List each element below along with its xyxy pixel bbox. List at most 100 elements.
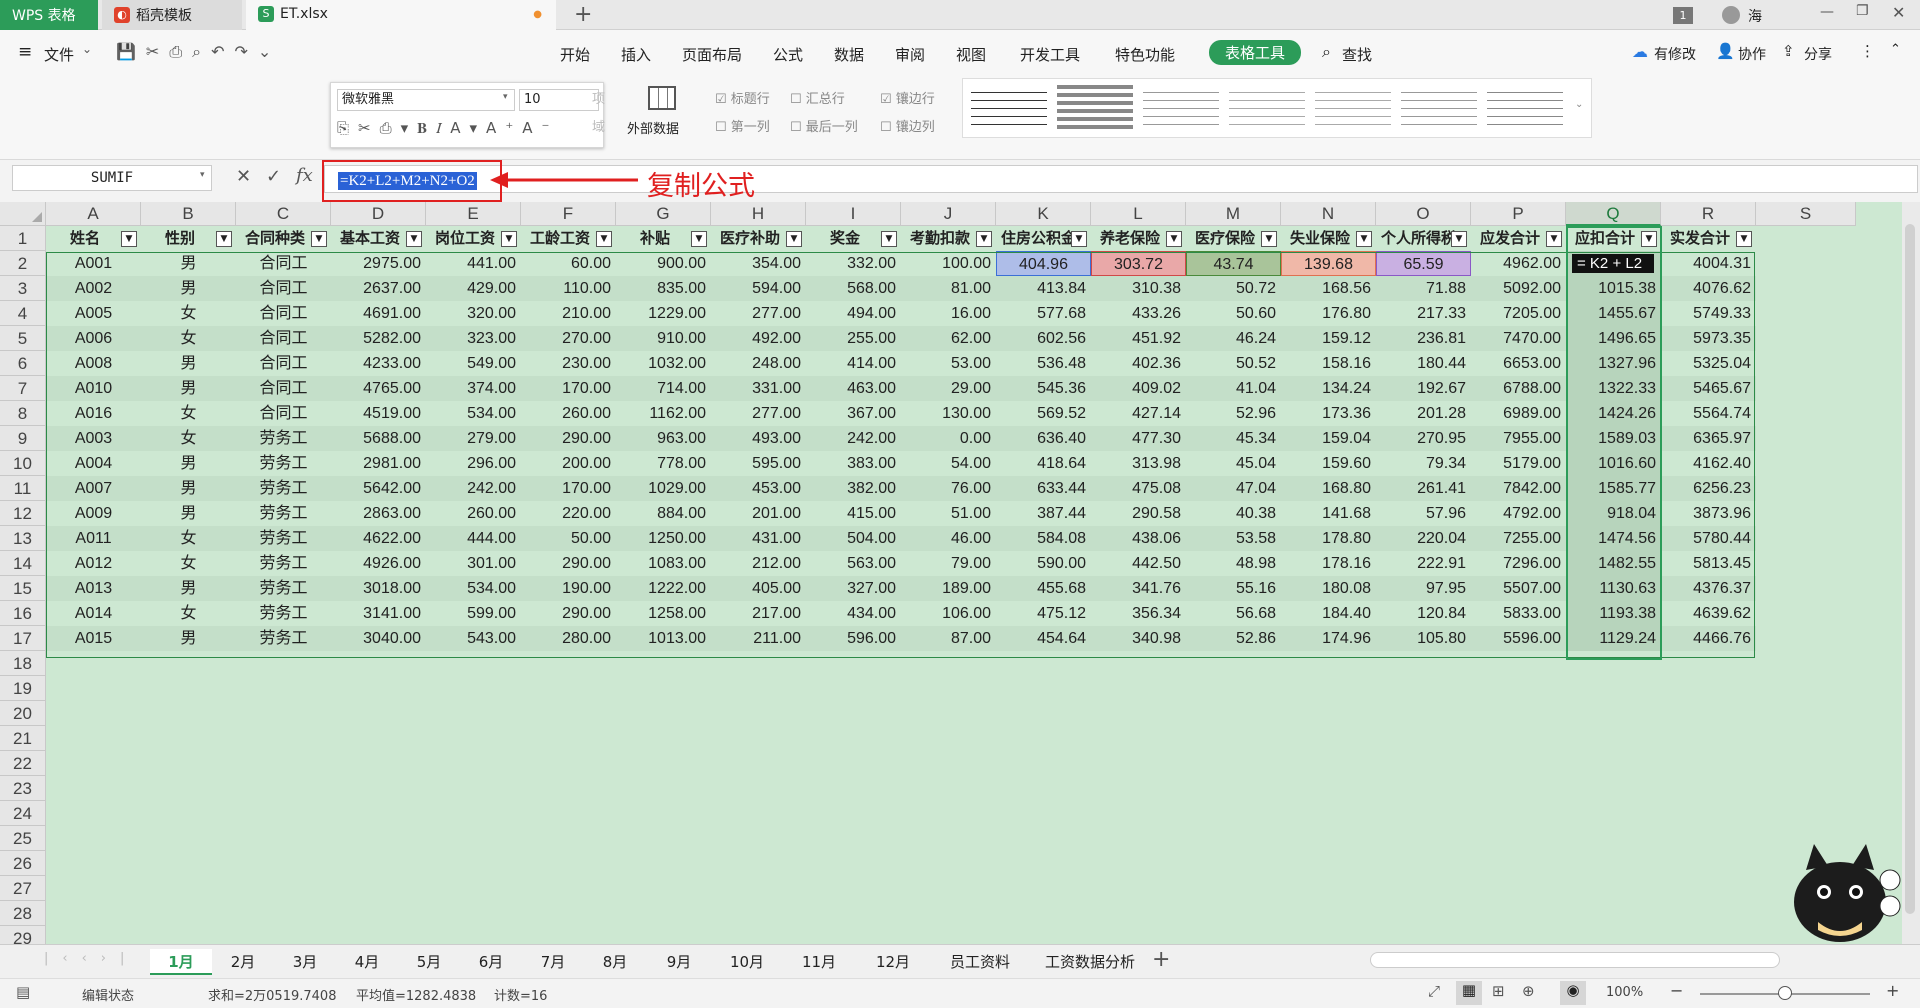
checkbox-checked-icon[interactable]: ☑ xyxy=(715,92,727,107)
data-cell[interactable]: 7205.00 xyxy=(1471,301,1566,326)
data-cell[interactable]: A004 xyxy=(46,451,141,476)
opt-total-row[interactable]: ☐ 汇总行 xyxy=(790,88,845,107)
zoom-slider-handle[interactable] xyxy=(1778,986,1792,1000)
sheet-status-icon[interactable]: ▤ xyxy=(16,983,30,1001)
checkbox-icon[interactable]: ☐ xyxy=(790,120,802,135)
data-cell[interactable]: 2975.00 xyxy=(331,251,426,276)
data-cell[interactable]: 合同工 xyxy=(236,401,331,426)
opt-header-row[interactable]: ☑ 标题行 xyxy=(715,88,770,107)
data-cell[interactable]: 1327.96 xyxy=(1566,351,1661,376)
cancel-icon[interactable]: ✕ xyxy=(236,166,251,187)
data-cell[interactable]: 合同工 xyxy=(236,376,331,401)
data-cell[interactable]: 212.00 xyxy=(711,551,806,576)
data-cell[interactable]: 4639.62 xyxy=(1661,601,1756,626)
sheet-tab[interactable]: 11月 xyxy=(782,949,856,975)
editing-cell[interactable]: = K2 + L2 xyxy=(1572,254,1654,273)
row-header[interactable]: 11 xyxy=(0,476,46,501)
table-style-7[interactable] xyxy=(1487,85,1563,131)
data-cell[interactable]: 1229.00 xyxy=(616,301,711,326)
filter-dropdown-icon[interactable]: ▼ xyxy=(501,231,517,247)
data-cell[interactable]: 5596.00 xyxy=(1471,626,1566,651)
data-cell[interactable]: 599.00 xyxy=(426,601,521,626)
data-cell[interactable]: 40.38 xyxy=(1186,501,1281,526)
data-cell[interactable]: A016 xyxy=(46,401,141,426)
column-header-d[interactable]: D xyxy=(331,202,426,226)
menu-formula[interactable]: 公式 xyxy=(773,44,803,65)
data-cell[interactable]: 1222.00 xyxy=(616,576,711,601)
data-cell[interactable]: 900.00 xyxy=(616,251,711,276)
data-cell[interactable]: 463.00 xyxy=(806,376,901,401)
row-header[interactable]: 4 xyxy=(0,301,46,326)
data-cell[interactable]: 5092.00 xyxy=(1471,276,1566,301)
data-cell[interactable]: 65.59 xyxy=(1376,251,1471,276)
hamburger-icon[interactable]: ≡ xyxy=(18,42,32,62)
filter-dropdown-icon[interactable]: ▼ xyxy=(406,231,422,247)
filter-dropdown-icon[interactable]: ▼ xyxy=(1261,231,1277,247)
data-cell[interactable]: 453.00 xyxy=(711,476,806,501)
data-cell[interactable]: 51.00 xyxy=(901,501,996,526)
data-cell[interactable]: 280.00 xyxy=(521,626,616,651)
data-cell[interactable]: 159.60 xyxy=(1281,451,1376,476)
data-cell[interactable]: 217.33 xyxy=(1376,301,1471,326)
data-cell[interactable]: 549.00 xyxy=(426,351,521,376)
column-header-m[interactable]: M xyxy=(1186,202,1281,226)
data-cell[interactable]: 170.00 xyxy=(521,476,616,501)
filter-dropdown-icon[interactable]: ▼ xyxy=(1451,231,1467,247)
sheet-tab[interactable]: 5月 xyxy=(398,949,460,975)
filter-dropdown-icon[interactable]: ▼ xyxy=(1356,231,1372,247)
data-cell[interactable]: 6653.00 xyxy=(1471,351,1566,376)
data-cell[interactable]: 534.00 xyxy=(426,401,521,426)
row-header[interactable]: 13 xyxy=(0,526,46,551)
zoom-in-icon[interactable]: + xyxy=(1886,981,1899,1000)
data-cell[interactable]: 劳务工 xyxy=(236,501,331,526)
data-cell[interactable]: 340.98 xyxy=(1091,626,1186,651)
data-cell[interactable]: 4765.00 xyxy=(331,376,426,401)
data-cell[interactable]: 120.84 xyxy=(1376,601,1471,626)
data-cell[interactable]: 7955.00 xyxy=(1471,426,1566,451)
horizontal-scrollbar[interactable] xyxy=(1370,952,1780,968)
data-cell[interactable]: 男 xyxy=(141,376,236,401)
data-cell[interactable]: 5688.00 xyxy=(331,426,426,451)
data-cell[interactable]: 354.00 xyxy=(711,251,806,276)
row-header[interactable]: 21 xyxy=(0,726,46,751)
sum-status[interactable]: 求和=2万0519.7408 xyxy=(208,985,336,1004)
gallery-scroll-icon[interactable]: ⌄ xyxy=(1575,99,1583,110)
column-header-n[interactable]: N xyxy=(1281,202,1376,226)
data-cell[interactable]: 女 xyxy=(141,301,236,326)
row-header[interactable]: 27 xyxy=(0,876,46,901)
filter-dropdown-icon[interactable]: ▼ xyxy=(216,231,232,247)
data-cell[interactable]: 57.96 xyxy=(1376,501,1471,526)
data-cell[interactable]: 963.00 xyxy=(616,426,711,451)
data-cell[interactable]: 5973.35 xyxy=(1661,326,1756,351)
restore-icon[interactable]: ❐ xyxy=(1856,3,1869,19)
share-button[interactable]: 分享 xyxy=(1804,44,1832,64)
column-header-e[interactable]: E xyxy=(426,202,521,226)
data-cell[interactable]: 52.86 xyxy=(1186,626,1281,651)
data-cell[interactable]: 97.95 xyxy=(1376,576,1471,601)
data-cell[interactable]: 1424.26 xyxy=(1566,401,1661,426)
data-cell[interactable]: 女 xyxy=(141,326,236,351)
data-cell[interactable]: 1589.03 xyxy=(1566,426,1661,451)
data-cell[interactable]: 76.00 xyxy=(901,476,996,501)
sheet-tab[interactable]: 8月 xyxy=(584,949,646,975)
data-cell[interactable]: 合同工 xyxy=(236,276,331,301)
data-cell[interactable]: 454.64 xyxy=(996,626,1091,651)
confirm-icon[interactable]: ✓ xyxy=(266,166,281,187)
data-cell[interactable]: A001 xyxy=(46,251,141,276)
name-box[interactable]: SUMIF xyxy=(12,165,212,191)
sheet-tab[interactable]: 12月 xyxy=(856,949,930,975)
data-cell[interactable]: 429.00 xyxy=(426,276,521,301)
data-cell[interactable]: 409.02 xyxy=(1091,376,1186,401)
search-icon[interactable]: ⌕ xyxy=(1322,42,1331,62)
row-header[interactable]: 14 xyxy=(0,551,46,576)
data-cell[interactable]: 602.56 xyxy=(996,326,1091,351)
checkbox-checked-icon[interactable]: ☑ xyxy=(880,92,892,107)
data-cell[interactable]: 433.26 xyxy=(1091,301,1186,326)
column-header-l[interactable]: L xyxy=(1091,202,1186,226)
data-cell[interactable]: 劳务工 xyxy=(236,526,331,551)
data-cell[interactable]: 7842.00 xyxy=(1471,476,1566,501)
data-cell[interactable]: 414.00 xyxy=(806,351,901,376)
data-cell[interactable]: 170.00 xyxy=(521,376,616,401)
data-cell[interactable]: 87.00 xyxy=(901,626,996,651)
data-cell[interactable]: 4233.00 xyxy=(331,351,426,376)
